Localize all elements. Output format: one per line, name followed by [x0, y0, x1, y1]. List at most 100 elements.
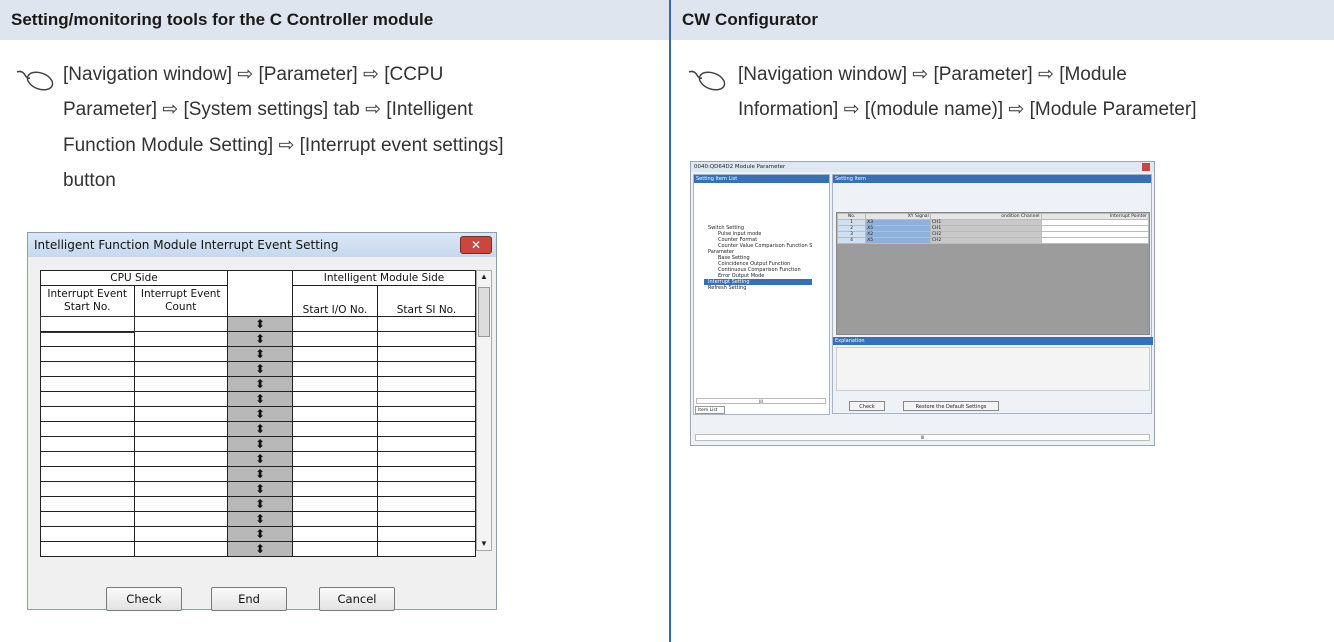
input-cell[interactable]	[377, 541, 476, 557]
input-cell[interactable]	[292, 406, 378, 422]
scroll-up-icon[interactable]: ▲	[480, 273, 488, 281]
input-cell[interactable]	[133, 481, 228, 497]
input-cell[interactable]	[377, 511, 476, 527]
input-cell[interactable]	[40, 496, 135, 512]
input-cell[interactable]	[133, 406, 228, 422]
input-cell[interactable]	[133, 466, 228, 482]
input-cell[interactable]	[292, 391, 378, 407]
input-cell[interactable]	[292, 526, 378, 542]
input-cell[interactable]	[377, 376, 476, 392]
input-cell[interactable]	[40, 376, 135, 392]
input-cell[interactable]	[40, 436, 135, 452]
input-cell[interactable]	[377, 406, 476, 422]
input-cell[interactable]	[292, 436, 378, 452]
input-cell[interactable]	[377, 421, 476, 437]
input-cell[interactable]	[133, 331, 228, 347]
table-row: ⬍	[40, 376, 476, 392]
cancel-button[interactable]: Cancel	[319, 587, 395, 611]
input-cell[interactable]	[292, 481, 378, 497]
input-cell[interactable]	[40, 391, 135, 407]
restore-default-button[interactable]: Restore the Default Settings	[903, 401, 999, 411]
table-cell[interactable]: CH2	[929, 237, 1042, 244]
arrow-cell: ⬍	[227, 436, 293, 452]
cw-navigation-path-line-1: [Navigation window] ⇨ [Parameter] ⇨ [Mod…	[738, 64, 1127, 85]
input-cell[interactable]	[40, 466, 135, 482]
mouse-icon	[16, 70, 54, 91]
double-arrow-icon: ⬍	[254, 451, 266, 466]
input-cell[interactable]	[40, 361, 135, 377]
input-cell[interactable]	[133, 316, 228, 332]
input-cell[interactable]	[40, 511, 135, 527]
intelligent-module-side-header: Intelligent Module Side	[292, 270, 476, 286]
input-cell[interactable]	[39, 315, 135, 333]
check-button[interactable]: Check	[106, 587, 182, 611]
input-cell[interactable]	[292, 346, 378, 362]
input-cell[interactable]	[377, 451, 476, 467]
input-cell[interactable]	[292, 376, 378, 392]
input-cell[interactable]	[40, 541, 135, 557]
input-cell[interactable]	[133, 436, 228, 452]
input-cell[interactable]	[377, 436, 476, 452]
input-cell[interactable]	[377, 481, 476, 497]
table-row: ⬍	[40, 406, 476, 422]
table-cell[interactable]: X5	[865, 237, 931, 244]
input-cell[interactable]	[133, 451, 228, 467]
table-cell[interactable]: 4	[836, 237, 867, 244]
table-row[interactable]: 4 X5 CH2	[836, 237, 1150, 244]
input-cell[interactable]	[377, 466, 476, 482]
input-cell[interactable]	[292, 361, 378, 377]
window-horizontal-scrollbar[interactable]: III	[695, 434, 1150, 441]
col-header-interrupt-start: Interrupt Event Start No.	[40, 285, 135, 317]
input-cell[interactable]	[133, 541, 228, 557]
input-cell[interactable]	[292, 496, 378, 512]
input-cell[interactable]	[377, 496, 476, 512]
close-icon[interactable]	[1142, 163, 1150, 171]
scroll-down-icon[interactable]: ▼	[480, 540, 488, 548]
scroll-thumb[interactable]	[478, 287, 490, 337]
input-cell[interactable]	[377, 391, 476, 407]
input-cell[interactable]	[377, 361, 476, 377]
input-cell[interactable]	[292, 316, 378, 332]
input-cell[interactable]	[133, 511, 228, 527]
input-cell[interactable]	[40, 526, 135, 542]
input-cell[interactable]	[133, 361, 228, 377]
input-cell[interactable]	[133, 421, 228, 437]
end-button[interactable]: End	[211, 587, 287, 611]
arrow-cell: ⬍	[227, 481, 293, 497]
input-cell[interactable]	[40, 481, 135, 497]
input-cell[interactable]	[377, 331, 476, 347]
vertical-scrollbar[interactable]: ▲ ▼	[476, 270, 492, 551]
input-cell[interactable]	[40, 346, 135, 362]
horizontal-scrollbar[interactable]: III	[696, 398, 826, 404]
table-row: ⬍	[40, 496, 476, 512]
input-cell[interactable]	[40, 406, 135, 422]
input-cell[interactable]	[133, 526, 228, 542]
navigation-path-line-2: Parameter] ⇨ [System settings] tab ⇨ [In…	[63, 99, 473, 120]
input-cell[interactable]	[40, 451, 135, 467]
tree-item[interactable]: Refresh Setting	[704, 285, 812, 291]
input-cell[interactable]	[377, 316, 476, 332]
input-cell[interactable]	[292, 541, 378, 557]
input-cell[interactable]	[133, 496, 228, 512]
input-cell[interactable]	[292, 511, 378, 527]
module-parameter-window: 0040:QD64D2 Module Parameter Setting Ite…	[690, 161, 1155, 446]
input-cell[interactable]	[377, 346, 476, 362]
input-cell[interactable]	[292, 331, 378, 347]
table-cell[interactable]	[1040, 237, 1150, 244]
input-cell[interactable]	[133, 346, 228, 362]
input-cell[interactable]	[292, 466, 378, 482]
tab-item-list[interactable]: Item List	[695, 406, 725, 414]
input-cell[interactable]	[133, 391, 228, 407]
input-cell[interactable]	[377, 526, 476, 542]
input-cell[interactable]	[292, 451, 378, 467]
col-header-start-si: Start SI No.	[377, 285, 476, 317]
input-cell[interactable]	[40, 331, 135, 347]
setting-item-list-header: Setting Item List	[694, 175, 829, 183]
input-cell[interactable]	[40, 421, 135, 437]
right-column-header: CW Configurator	[671, 0, 1334, 40]
cw-check-button[interactable]: Check	[849, 401, 885, 411]
input-cell[interactable]	[292, 421, 378, 437]
close-button[interactable]: ✕	[460, 236, 492, 254]
col-header-start-io: Start I/O No.	[292, 285, 378, 317]
input-cell[interactable]	[133, 376, 228, 392]
